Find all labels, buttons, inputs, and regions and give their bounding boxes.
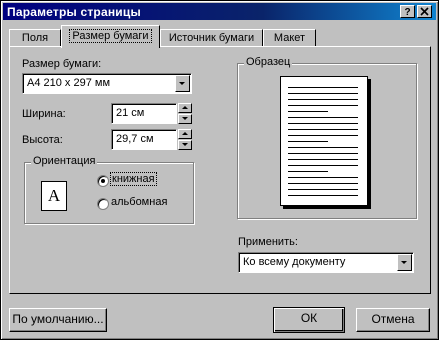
close-button[interactable]: [417, 5, 432, 18]
close-icon: [420, 7, 429, 16]
ok-button[interactable]: ОК: [273, 307, 345, 333]
dialog-title: Параметры страницы: [7, 5, 141, 19]
preview-text-line: [288, 99, 358, 100]
preview-text-line: [288, 159, 358, 160]
preview-text-line: [288, 153, 358, 154]
landscape-label[interactable]: альбомная: [111, 196, 167, 208]
width-increase-icon[interactable]: [178, 103, 192, 113]
preview-text-line: [288, 105, 358, 106]
chevron-down-icon[interactable]: [397, 254, 412, 271]
chevron-down-icon[interactable]: [175, 75, 190, 92]
preview-text-line: [288, 87, 358, 88]
preview-text-line: [288, 171, 328, 172]
apply-select[interactable]: Ко всему документу: [238, 252, 414, 273]
preview-group: Образец: [237, 56, 417, 219]
apply-value: Ко всему документу: [243, 256, 346, 268]
tab-panel: Размер бумаги: A4 210 x 297 мм Ширина: 2…: [9, 46, 431, 294]
width-spinner[interactable]: [178, 103, 192, 124]
cancel-button[interactable]: Отмена: [356, 308, 430, 332]
paper-size-label: Размер бумаги:: [22, 58, 102, 70]
help-button[interactable]: ?: [400, 5, 415, 18]
width-field[interactable]: 21 см: [111, 103, 177, 124]
preview-text-line: [288, 183, 358, 184]
preview-text-line: [288, 111, 328, 112]
preview-text-line: [288, 117, 358, 118]
preview-text-line: [288, 189, 358, 190]
width-value: 21 см: [116, 107, 145, 119]
preview-label: Образец: [244, 56, 293, 68]
apply-label: Применить:: [238, 236, 298, 248]
orientation-group: Ориентация A книжная альбомная: [24, 155, 194, 224]
portrait-label[interactable]: книжная: [110, 172, 157, 186]
paper-size-select[interactable]: A4 210 x 297 мм: [22, 73, 192, 94]
height-decrease-icon[interactable]: [178, 140, 192, 150]
width-decrease-icon[interactable]: [178, 114, 192, 124]
tab-layout[interactable]: Макет: [263, 29, 316, 47]
title-bar[interactable]: Параметры страницы ?: [3, 3, 436, 20]
preview-text-line: [288, 135, 358, 136]
height-value: 29,7 см: [116, 133, 154, 145]
preview-text-line: [288, 93, 358, 94]
tab-paper-source[interactable]: Источник бумаги: [160, 29, 263, 47]
preview-text-line: [288, 129, 358, 130]
page-setup-dialog: Параметры страницы ? Поля Размер бумаги …: [0, 0, 439, 340]
height-spinner[interactable]: [178, 129, 192, 150]
preview-text-line: [288, 141, 328, 142]
default-button[interactable]: По умолчанию...: [9, 308, 107, 332]
preview-text-line: [288, 147, 358, 148]
preview-text-line: [288, 165, 358, 166]
tab-paper-size[interactable]: Размер бумаги: [61, 25, 160, 48]
preview-text-line: [288, 177, 358, 178]
paper-size-value: A4 210 x 297 мм: [27, 77, 111, 89]
portrait-radio[interactable]: [97, 175, 109, 187]
orientation-label: Ориентация: [31, 155, 98, 167]
preview-page: [280, 76, 368, 206]
landscape-radio[interactable]: [97, 198, 109, 210]
tab-margins[interactable]: Поля: [9, 29, 61, 47]
preview-text-line: [288, 123, 358, 124]
width-label: Ширина:: [22, 108, 66, 120]
height-increase-icon[interactable]: [178, 129, 192, 139]
preview-text-line: [288, 195, 358, 196]
height-field[interactable]: 29,7 см: [111, 129, 177, 150]
height-label: Высота:: [22, 134, 63, 146]
portrait-page-icon: A: [41, 181, 67, 211]
